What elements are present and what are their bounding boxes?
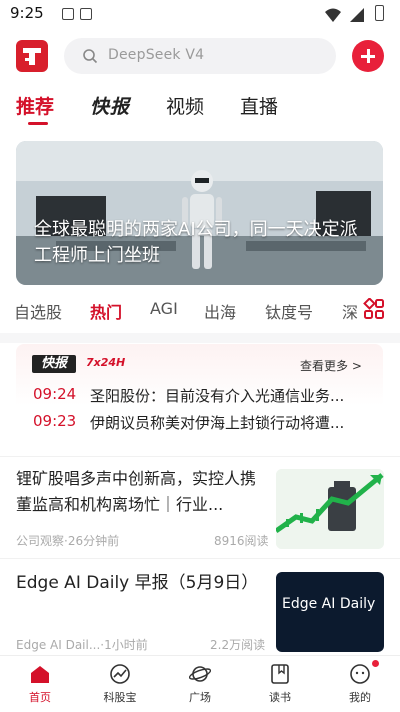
flash-more-link[interactable]: 查看更多 > — [300, 357, 362, 374]
nav-label: 我的 — [349, 691, 371, 704]
search-placeholder: DeepSeek V4 — [108, 47, 205, 63]
flash-item-time: 09:24 — [33, 385, 77, 403]
nav-profile[interactable]: 我的 — [320, 656, 400, 712]
article-thumbnail[interactable] — [276, 469, 384, 549]
banner-card[interactable]: 全球最聪明的两家AI公司，同一天决定派工程师上门坐班 — [16, 141, 383, 285]
article-reads: 8916阅读 — [214, 534, 269, 548]
tab-flash[interactable]: 快报 — [90, 92, 130, 119]
signal-icon — [350, 8, 364, 22]
flash-news-card[interactable]: 快报 7x24H 查看更多 > 09:24 圣阳股份：目前没有介入光通信业务..… — [16, 344, 383, 446]
category-tab-tidu[interactable]: 钛度号 — [265, 299, 313, 323]
article-title[interactable]: Edge AI Daily 早报（5月9日） — [16, 570, 262, 596]
nav-reading[interactable]: 读书 — [240, 656, 320, 712]
divider — [0, 456, 400, 457]
category-tab-agi[interactable]: AGI — [150, 299, 178, 318]
tab-video[interactable]: 视频 — [166, 92, 204, 119]
category-tab-deep[interactable]: 深 — [342, 299, 358, 323]
nav-kegubao[interactable]: 科股宝 — [80, 656, 160, 712]
planet-icon — [189, 666, 211, 682]
nav-label: 科股宝 — [103, 691, 137, 704]
article-reads: 2.2万阅读 — [210, 638, 266, 652]
category-tab-watchlist[interactable]: 自选股 — [14, 299, 62, 323]
nav-square[interactable]: 广场 — [160, 656, 240, 712]
notification-dot — [372, 660, 379, 667]
add-button[interactable] — [352, 40, 384, 72]
flash-logo: 快报 — [32, 355, 76, 373]
image-notification-icon — [62, 8, 74, 20]
article-source: 公司观察·26分钟前 — [16, 534, 120, 548]
flash-item-text[interactable]: 圣阳股份：目前没有介入光通信业务... — [90, 385, 356, 406]
article-source: Edge AI Dail...·1小时前 — [16, 638, 148, 652]
category-tab-overseas[interactable]: 出海 — [204, 299, 236, 323]
thumbnail-text: Edge AI Daily — [282, 596, 376, 612]
divider — [0, 558, 400, 559]
category-grid-icon[interactable] — [363, 298, 385, 320]
search-icon — [83, 49, 98, 64]
tab-live[interactable]: 直播 — [240, 92, 278, 119]
article-title[interactable]: 锂矿股唱多声中创新高，实控人携董监高和机构离场忙｜行业... — [16, 466, 262, 518]
status-bar: 9:25 — [0, 0, 400, 30]
profile-face-icon — [350, 664, 370, 684]
banner-title: 全球最聪明的两家AI公司，同一天决定派工程师上门坐班 — [34, 219, 358, 266]
battery-icon — [375, 5, 384, 21]
app-notification-icon — [80, 8, 92, 20]
section-divider — [0, 333, 400, 343]
flash-item-text[interactable]: 伊朗议员称美对伊海上封锁行动将遭... — [90, 412, 356, 433]
nav-label: 首页 — [29, 691, 51, 704]
search-input[interactable]: DeepSeek V4 — [64, 38, 336, 74]
wifi-icon — [325, 8, 341, 22]
nav-label: 广场 — [189, 691, 211, 704]
chart-circle-icon — [110, 664, 130, 684]
tab-recommend[interactable]: 推荐 — [16, 92, 54, 119]
article-thumbnail[interactable]: Edge AI Daily — [276, 572, 384, 652]
book-icon — [271, 664, 289, 684]
category-tab-hot[interactable]: 热门 — [90, 299, 122, 323]
nav-label: 读书 — [269, 691, 291, 704]
active-tab-indicator — [28, 122, 48, 125]
status-time: 9:25 — [10, 4, 44, 22]
flash-item-time: 09:23 — [33, 412, 77, 430]
bottom-nav: 首页 科股宝 广场 读书 我的 — [0, 655, 400, 712]
home-icon — [31, 666, 49, 683]
app-logo[interactable] — [16, 40, 48, 72]
nav-home[interactable]: 首页 — [0, 656, 80, 712]
stock-chart-battery-image — [276, 469, 384, 549]
flash-tag: 7x24H — [86, 356, 126, 369]
toutiao-t-logo-icon — [23, 48, 41, 65]
